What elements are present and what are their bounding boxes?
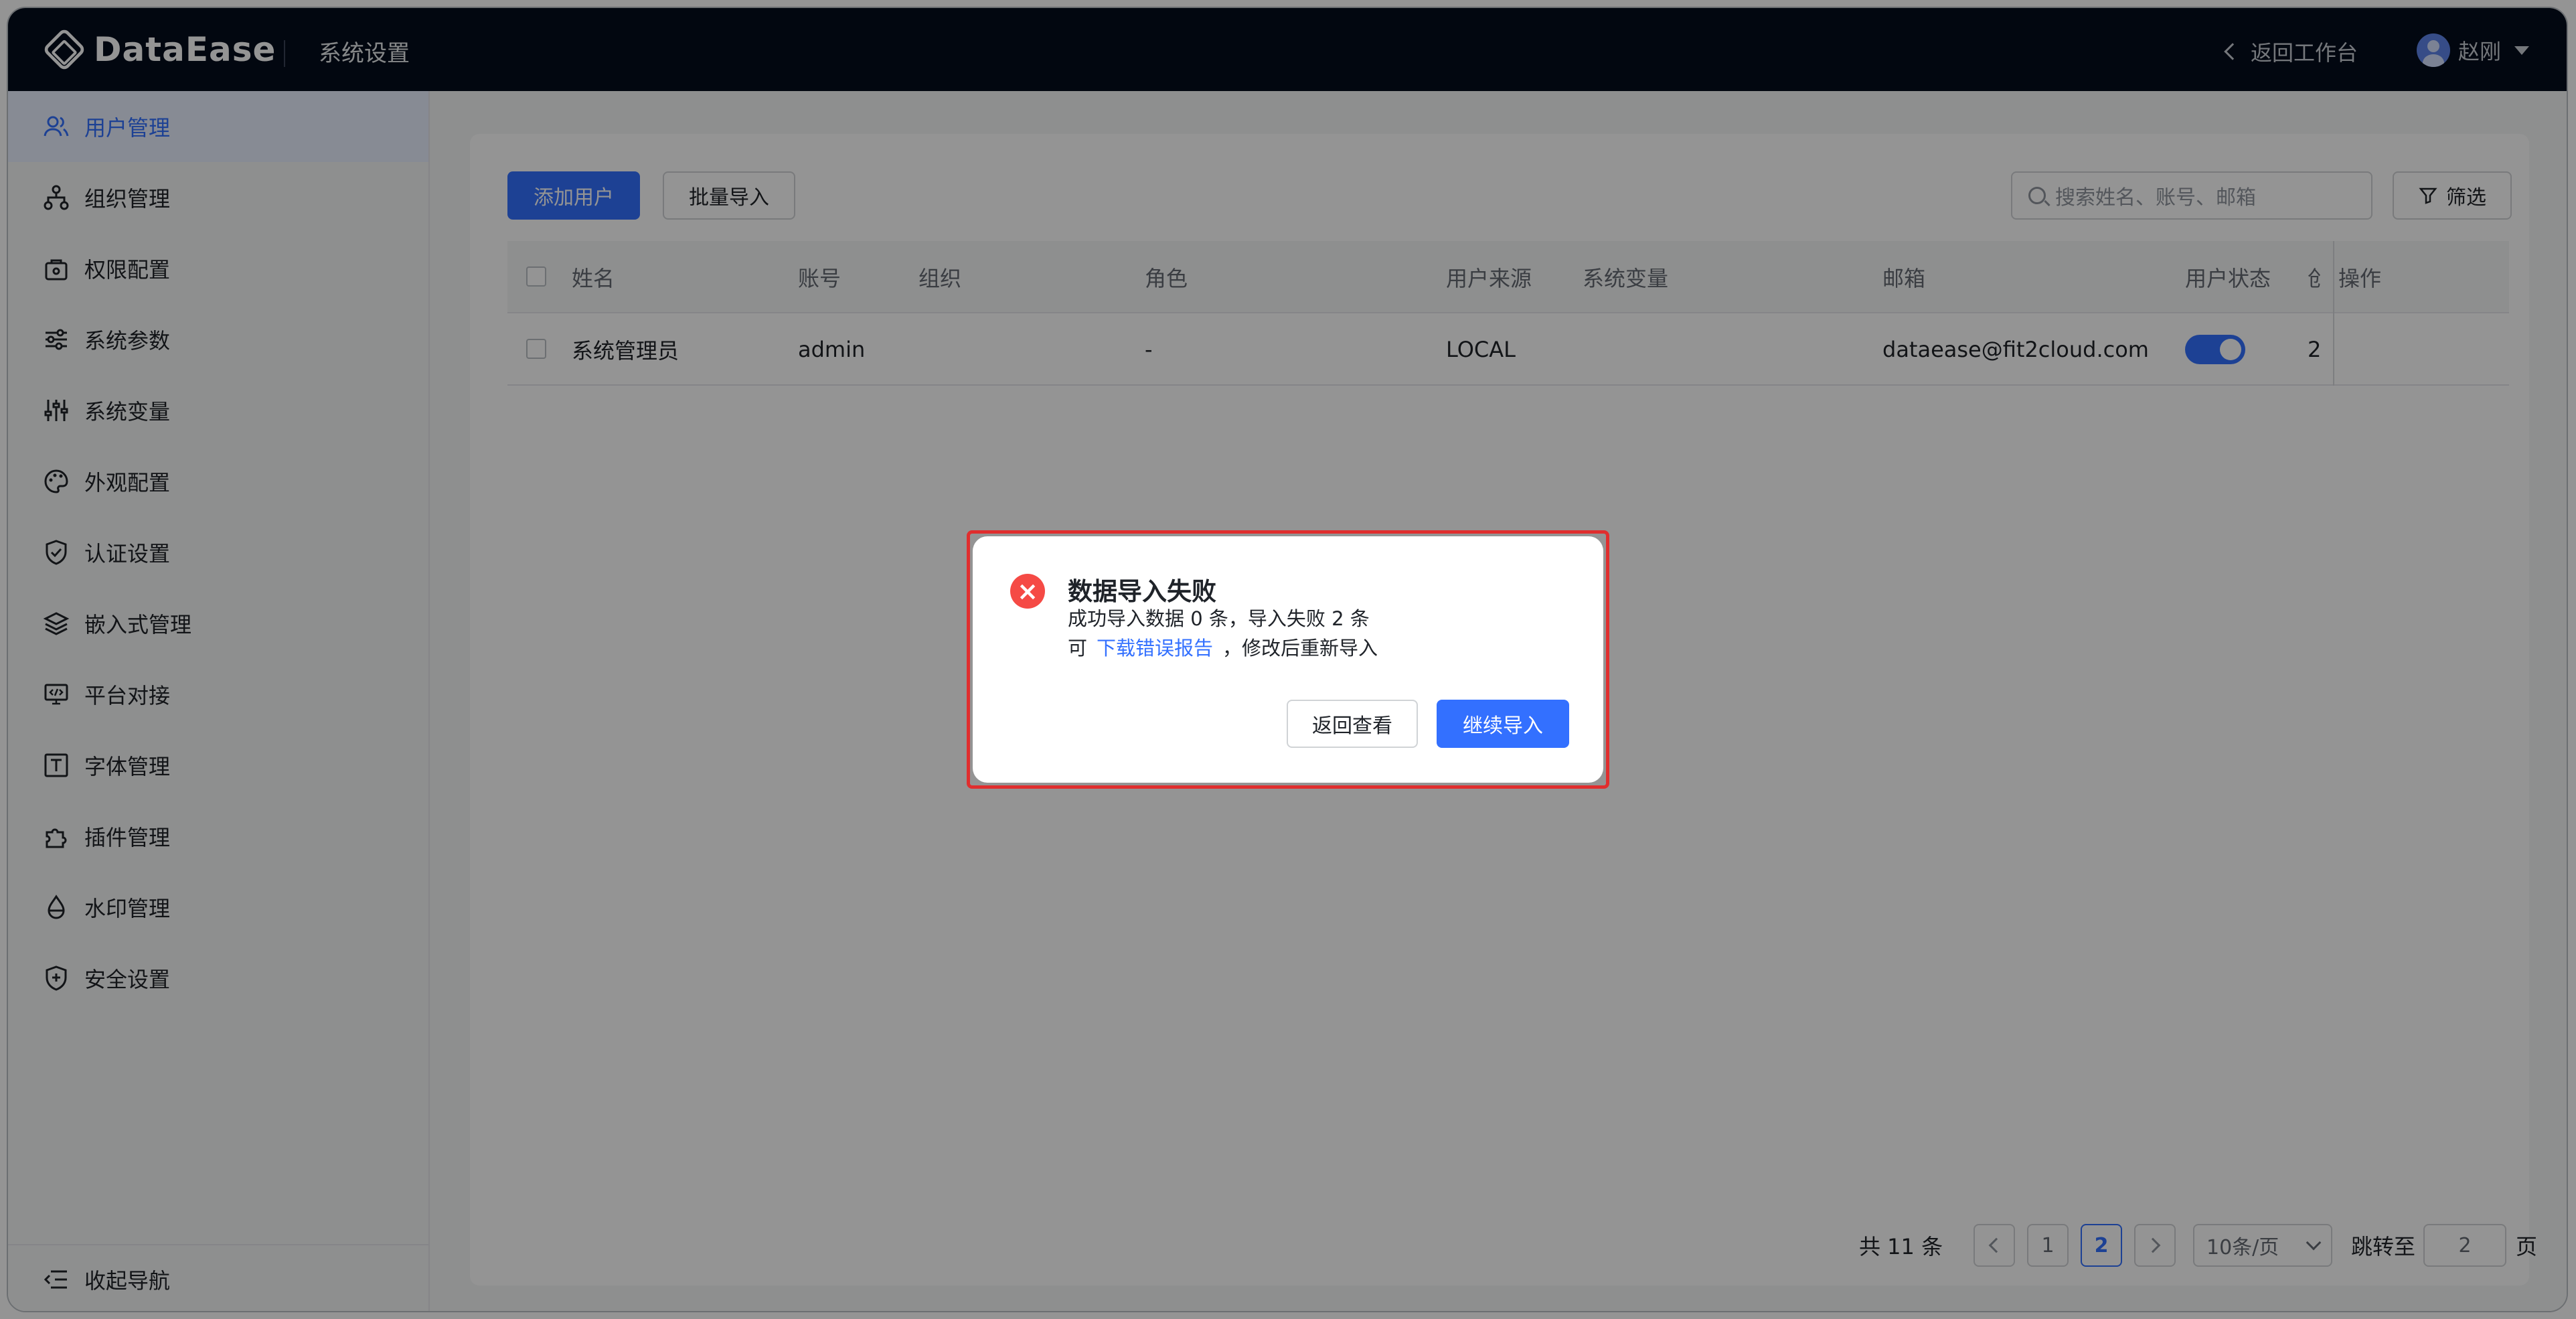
dialog-summary: 成功导入数据 0 条，导入失败 2 条: [1068, 607, 1370, 630]
import-failed-dialog: × 数据导入失败 成功导入数据 0 条，导入失败 2 条 可 下载错误报告 ，修…: [973, 536, 1603, 783]
dialog-title: 数据导入失败: [1068, 577, 1216, 606]
dialog-hint-suffix: ，修改后重新导入: [1222, 637, 1378, 660]
dialog-hint: 可 下载错误报告 ，修改后重新导入: [1068, 633, 1378, 661]
error-icon: ×: [1010, 574, 1045, 609]
back-to-view-button[interactable]: 返回查看: [1287, 700, 1418, 748]
continue-import-button[interactable]: 继续导入: [1437, 700, 1569, 748]
dialog-hint-prefix: 可: [1068, 637, 1088, 660]
download-error-report-link[interactable]: 下载错误报告: [1097, 633, 1213, 661]
